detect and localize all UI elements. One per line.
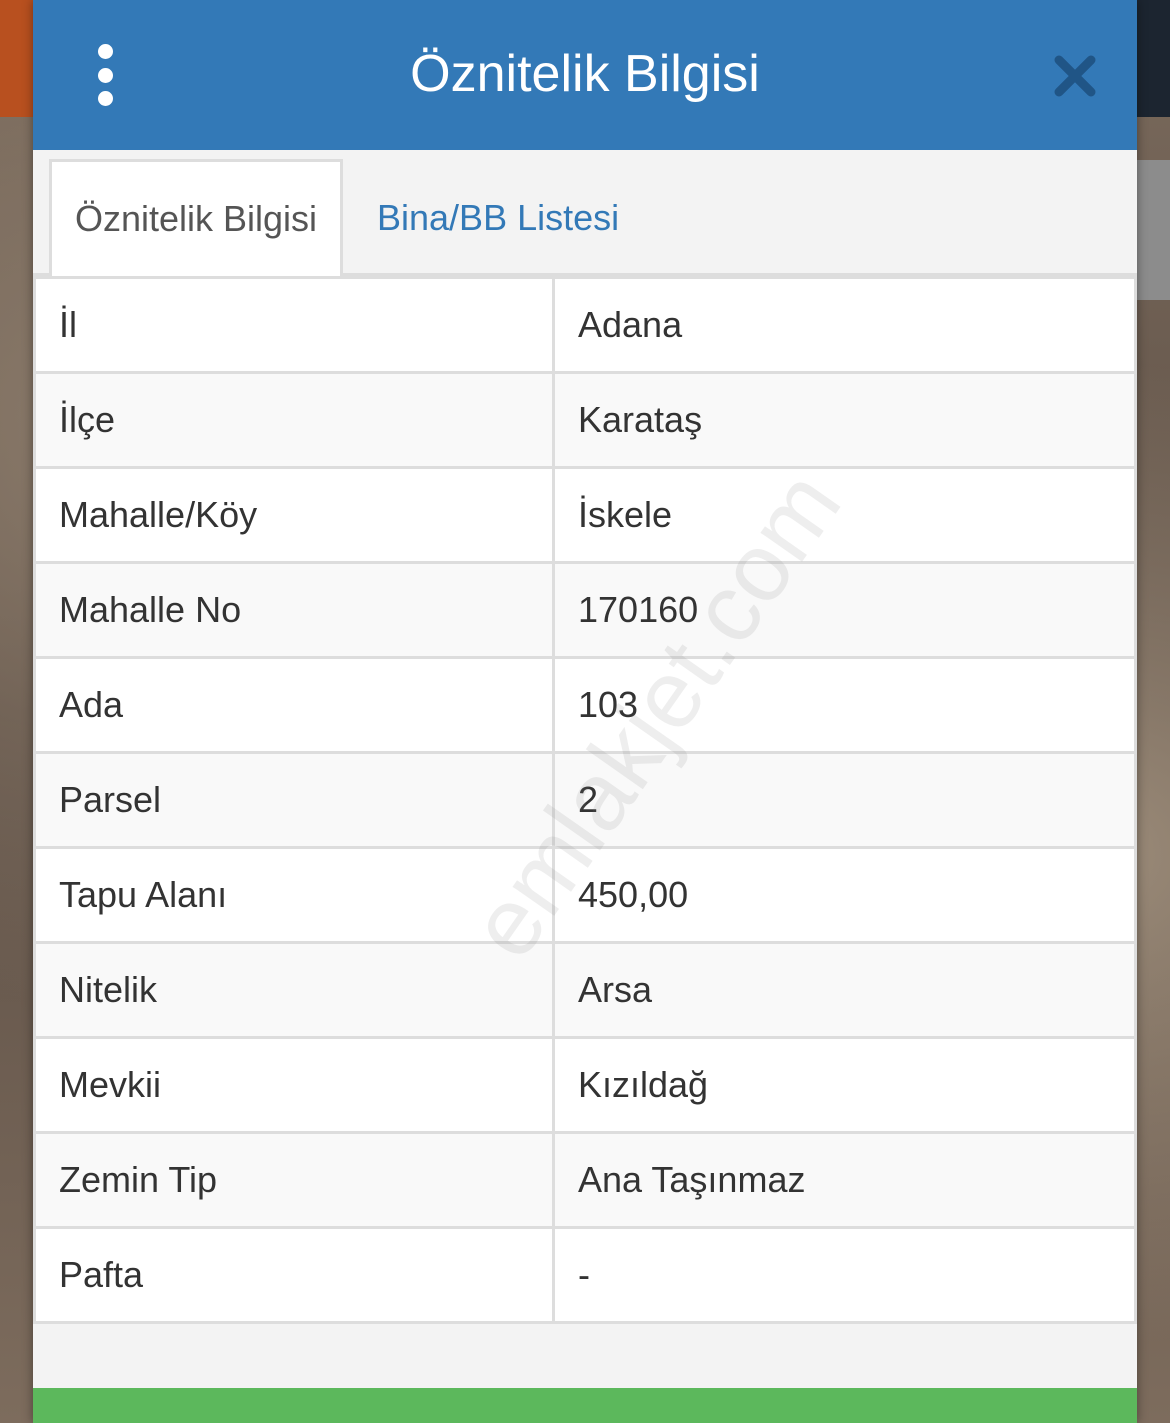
tab-attribute-info[interactable]: Öznitelik Bilgisi [49,159,343,279]
map-edge-dark [1136,0,1170,117]
row-key: Mahalle/Köy [33,466,555,564]
row-value: Arsa [552,941,1137,1039]
row-value: 170160 [552,561,1137,659]
table-row: Zemin Tip Ana Taşınmaz [33,1131,1137,1229]
table-row: İlçe Karataş [33,371,1137,469]
row-value: İskele [552,466,1137,564]
row-value: Kızıldağ [552,1036,1137,1134]
row-value: 2 [552,751,1137,849]
table-row: Mahalle/Köy İskele [33,466,1137,564]
row-value: Adana [552,276,1137,374]
attribute-info-dialog: Öznitelik Bilgisi Öznitelik Bilgisi Bina… [33,0,1137,1423]
row-key: Parsel [33,751,555,849]
row-key: Ada [33,656,555,754]
table-row: İl Adana [33,276,1137,374]
row-key: Mevkii [33,1036,555,1134]
row-key: Zemin Tip [33,1131,555,1229]
table-row: Tapu Alanı 450,00 [33,846,1137,944]
close-icon[interactable] [1053,54,1097,98]
dialog-title: Öznitelik Bilgisi [410,45,760,103]
table-row: Mevkii Kızıldağ [33,1036,1137,1134]
tab-building-list[interactable]: Bina/BB Listesi [377,159,677,276]
row-key: Mahalle No [33,561,555,659]
row-value: 103 [552,656,1137,754]
row-value: - [552,1226,1137,1324]
table-row: Mahalle No 170160 [33,561,1137,659]
row-key: Nitelik [33,941,555,1039]
table-row: Nitelik Arsa [33,941,1137,1039]
row-value: Ana Taşınmaz [552,1131,1137,1229]
row-key: İl [33,276,555,374]
footer-bar[interactable] [33,1388,1137,1423]
table-row: Ada 103 [33,656,1137,754]
row-key: Tapu Alanı [33,846,555,944]
tab-bar: Öznitelik Bilgisi Bina/BB Listesi [33,150,1137,279]
row-value: 450,00 [552,846,1137,944]
row-key: Pafta [33,1226,555,1324]
attribute-table: İl Adana İlçe Karataş Mahalle/Köy İskele Mahal… [33,276,1137,1324]
table-row: Parsel 2 [33,751,1137,849]
map-edge-gray [1136,160,1170,300]
dialog-header: Öznitelik Bilgisi [33,0,1137,150]
map-edge-orange [0,0,34,117]
row-value: Karataş [552,371,1137,469]
row-key: İlçe [33,371,555,469]
table-row: Pafta - [33,1226,1137,1324]
